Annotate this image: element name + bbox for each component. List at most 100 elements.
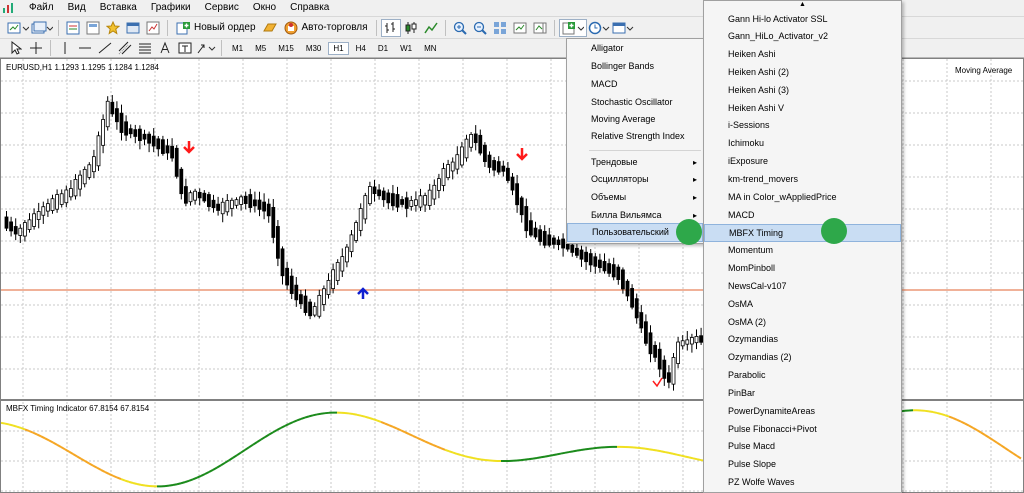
data-window-button[interactable] (84, 19, 102, 37)
submenu-item[interactable]: Parabolic (704, 367, 901, 385)
submenu-item[interactable]: PowerDynamiteAreas (704, 403, 901, 421)
menu-window[interactable]: Окно (246, 0, 283, 16)
submenu-item[interactable]: Heiken Ashi (704, 46, 901, 64)
timeframe-m30[interactable]: M30 (301, 42, 327, 55)
candle-body (436, 178, 441, 191)
navigator-button[interactable] (104, 19, 122, 37)
timeframe-d1[interactable]: D1 (373, 42, 393, 55)
timeframe-w1[interactable]: W1 (395, 42, 417, 55)
submenu-item[interactable]: Ozymandias (2) (704, 349, 901, 367)
crosshair-button[interactable] (27, 39, 45, 57)
submenu-item[interactable]: MomPinboll (704, 260, 901, 278)
timeframe-h1[interactable]: H1 (328, 41, 349, 55)
oscillator-segment (256, 438, 262, 443)
scroll-up-arrow-icon[interactable]: ▲ (704, 1, 901, 9)
tile-windows-button[interactable] (491, 19, 509, 37)
terminal-button[interactable] (124, 19, 142, 37)
subwindow-label: MBFX Timing Indicator 67.8154 67.8154 (6, 404, 150, 413)
oscillator-segment (212, 466, 218, 471)
menu-item-volumes[interactable]: Объемы ▸ (567, 189, 703, 206)
chart-shift-button[interactable] (531, 19, 549, 37)
timeframe-h4[interactable]: H4 (351, 42, 371, 55)
oscillator-segment (20, 427, 26, 431)
new-order-button[interactable]: Новый ордер (172, 19, 260, 37)
submenu-item[interactable]: km-trend_movers (704, 171, 901, 189)
menu-help[interactable]: Справка (283, 0, 336, 16)
timeframe-m15[interactable]: M15 (273, 42, 299, 55)
submenu-item[interactable]: Pulse Macd (704, 438, 901, 456)
submenu-item[interactable]: Momentum (704, 242, 901, 260)
candlestick-button[interactable] (402, 19, 420, 37)
candle-body (400, 199, 405, 205)
arrows-button[interactable] (196, 39, 216, 57)
templates-button[interactable] (612, 19, 634, 37)
candle-body (381, 190, 386, 201)
submenu-item[interactable]: OsMA (704, 296, 901, 314)
text-button[interactable] (156, 39, 174, 57)
submenu-item[interactable]: Heiken Ashi (3) (704, 82, 901, 100)
oscillator-segment (220, 461, 226, 467)
candle-body (36, 211, 41, 220)
oscillator-segment (260, 436, 266, 441)
menu-file[interactable]: Файл (22, 0, 61, 16)
submenu-item[interactable]: Gann_HiLo_Activator_v2 (704, 28, 901, 46)
submenu-item[interactable]: MACD (704, 207, 901, 225)
submenu-item[interactable]: OsMA (2) (704, 314, 901, 332)
fibonacci-button[interactable] (136, 39, 154, 57)
menu-item-alligator[interactable]: Alligator (567, 40, 703, 57)
menu-view[interactable]: Вид (61, 0, 93, 16)
submenu-item[interactable]: PinBar (704, 385, 901, 403)
menu-item-stochastic[interactable]: Stochastic Oscillator (567, 94, 703, 111)
menu-item-trend[interactable]: Трендовые ▸ (567, 154, 703, 171)
submenu-item[interactable]: MBFX Timing (704, 224, 901, 243)
submenu-item[interactable]: NewsCal-v107 (704, 278, 901, 296)
timeframe-mn[interactable]: MN (419, 42, 441, 55)
indicators-button[interactable] (558, 18, 587, 37)
menu-item-moving-average[interactable]: Moving Average (567, 111, 703, 128)
line-chart-button[interactable] (422, 19, 440, 37)
submenu-item[interactable]: Ichimoku (704, 135, 901, 153)
periods-button[interactable] (588, 19, 610, 37)
menu-item-bollinger-bands[interactable]: Bollinger Bands (567, 58, 703, 75)
text-label-button[interactable] (176, 39, 194, 57)
submenu-item[interactable]: MA in Color_wAppliedPrice (704, 189, 901, 207)
oscillator-segment (72, 453, 78, 458)
submenu-item[interactable]: i-Sessions (704, 117, 901, 135)
market-watch-button[interactable] (64, 19, 82, 37)
menu-charts[interactable]: Графики (144, 0, 198, 16)
horizontal-line-button[interactable] (76, 39, 94, 57)
submenu-item[interactable]: Ozymandias (704, 331, 901, 349)
profiles-button[interactable] (31, 19, 53, 37)
trendline-button[interactable] (96, 39, 114, 57)
submenu-item[interactable]: Pulse Fibonacci+Pivot (704, 421, 901, 439)
new-chart-button[interactable] (7, 19, 29, 37)
cursor-button[interactable] (7, 39, 25, 57)
candle-body (234, 199, 239, 206)
timeframe-m5[interactable]: M5 (250, 42, 271, 55)
oscillator-segment (400, 429, 406, 434)
menu-item-oscillators[interactable]: Осцилляторы ▸ (567, 171, 703, 188)
oscillator-segment (40, 435, 46, 440)
equidistant-channel-button[interactable] (116, 39, 134, 57)
zoom-out-button[interactable] (471, 19, 489, 37)
candle-body (239, 196, 244, 205)
candle-body (556, 239, 561, 246)
submenu-item[interactable]: Pulse Slope (704, 456, 901, 474)
strategy-tester-button[interactable] (144, 19, 162, 37)
menu-item-macd[interactable]: MACD (567, 76, 703, 93)
vertical-line-button[interactable] (56, 39, 74, 57)
submenu-item[interactable]: Heiken Ashi (2) (704, 64, 901, 82)
submenu-item[interactable]: Gann Hi-lo Activator SSL (704, 11, 901, 29)
metaeditor-button[interactable] (261, 19, 279, 37)
submenu-item[interactable]: PZ Wolfe Waves (704, 474, 901, 492)
menu-item-rsi[interactable]: Relative Strength Index (567, 128, 703, 145)
autoscroll-button[interactable] (511, 19, 529, 37)
auto-trading-button[interactable]: Авто-торговля (280, 19, 372, 37)
submenu-item[interactable]: iExposure (704, 153, 901, 171)
submenu-item[interactable]: Heiken Ashi V (704, 100, 901, 118)
timeframe-m1[interactable]: M1 (227, 42, 248, 55)
bar-chart-button[interactable] (380, 18, 401, 37)
zoom-in-button[interactable] (451, 19, 469, 37)
menu-insert[interactable]: Вставка (93, 0, 144, 16)
menu-tools[interactable]: Сервис (198, 0, 246, 16)
